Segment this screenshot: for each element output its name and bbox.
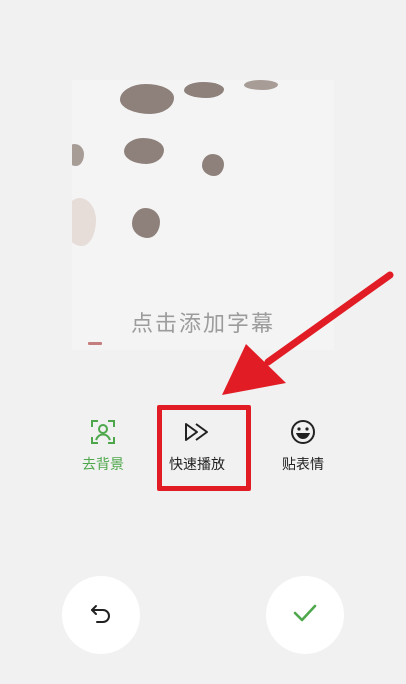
fast-play-label: 快速播放 [169,457,225,473]
fast-play-button[interactable]: 快速播放 [152,418,242,474]
preview-pattern-spot [72,144,84,166]
undo-arrow-icon [89,603,113,627]
person-frame-icon [89,418,117,446]
subtitle-placeholder[interactable]: 点击添加字幕 [72,306,334,338]
preview-pattern-spot [184,82,224,98]
preview-pattern-spot [120,84,174,114]
preview-pattern-spot [244,80,278,90]
check-icon [293,603,317,627]
preview-pattern-spot [124,138,164,164]
tool-bar: 去背景 快速播放 贴表情 [0,418,406,498]
undo-button[interactable] [62,576,140,654]
preview-mark [88,342,102,345]
fast-forward-icon [183,418,211,446]
sticker-label: 贴表情 [282,457,324,473]
smiley-icon [289,418,317,446]
preview-pattern-spot [202,154,224,176]
preview-pattern-spot [72,198,96,246]
sticker-button[interactable]: 贴表情 [258,418,348,474]
confirm-button[interactable] [266,576,344,654]
preview-pattern-spot [132,208,160,238]
remove-background-label: 去背景 [82,457,124,473]
video-preview[interactable]: 点击添加字幕 [72,80,334,350]
remove-background-button[interactable]: 去背景 [58,418,148,474]
